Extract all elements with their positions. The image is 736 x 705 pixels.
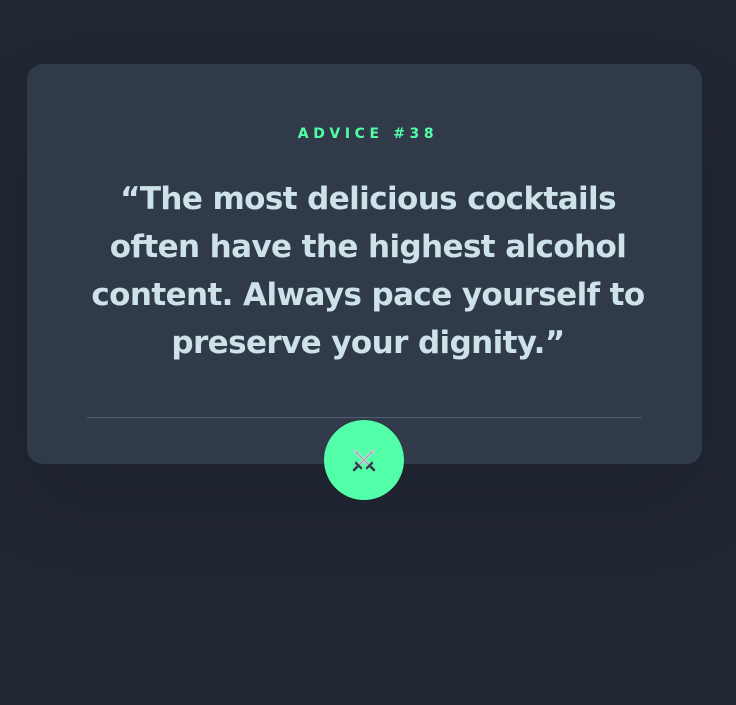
page: ADVICE #38 “The most delicious cocktails… [0, 0, 736, 705]
crossed-swords-icon [351, 447, 377, 473]
advice-text: “The most delicious cocktails often have… [91, 181, 645, 361]
new-advice-button[interactable] [324, 420, 404, 500]
advice-id: ADVICE #38 [297, 126, 439, 142]
divider [87, 417, 642, 418]
